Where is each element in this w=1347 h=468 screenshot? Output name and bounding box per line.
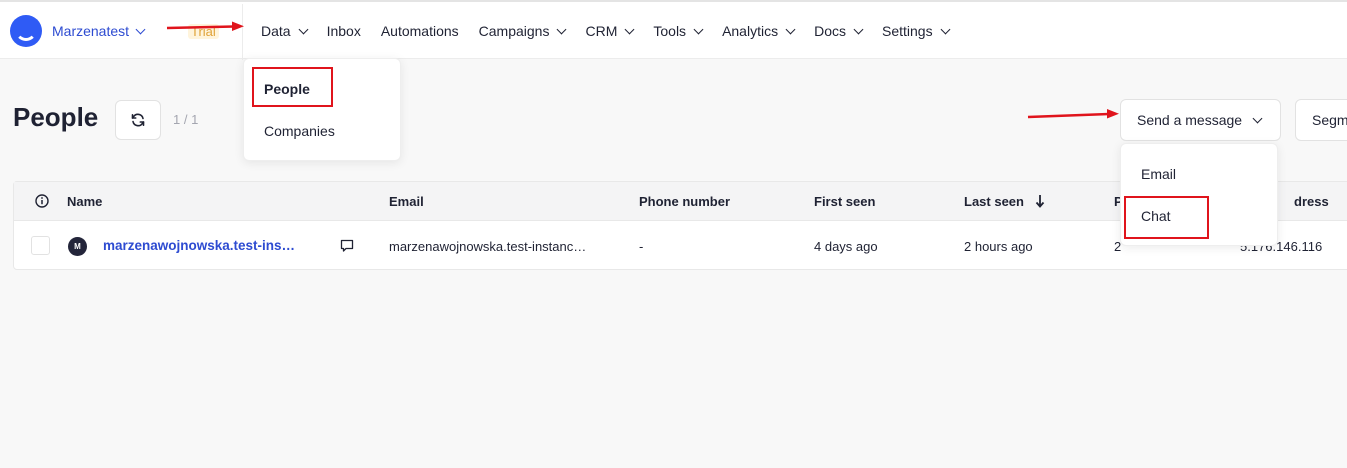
sort-down-arrow-icon <box>1035 195 1045 208</box>
segments-label: Segm <box>1312 112 1347 128</box>
nav-item-label: Analytics <box>722 23 779 39</box>
nav-item-campaigns[interactable]: Campaigns <box>478 23 567 39</box>
chevron-down-icon <box>557 24 567 34</box>
workspace-name: Marzenatest <box>52 23 130 39</box>
nav-item-label: Docs <box>814 23 846 39</box>
person-name-link[interactable]: marzenawojnowska.test-ins… <box>103 238 295 253</box>
chevron-down-icon <box>940 24 951 34</box>
nav-item-label: CRM <box>585 23 618 39</box>
chat-bubble-icon[interactable] <box>340 239 354 253</box>
cell-first-seen: 4 days ago <box>814 239 878 254</box>
highlight-people-box <box>252 67 333 107</box>
cell-email: marzenawojnowska.test-instanc… <box>389 239 587 254</box>
nav-item-label: Tools <box>653 23 687 39</box>
chevron-down-icon <box>785 24 796 34</box>
chevron-down-icon <box>853 24 864 34</box>
send-message-button[interactable]: Send a message <box>1120 99 1281 141</box>
nav-item-label: Data <box>261 23 291 39</box>
cell-phone: - <box>639 239 644 254</box>
column-header-email[interactable]: Email <box>389 194 424 209</box>
avatar: M <box>68 237 87 256</box>
refresh-icon <box>131 113 145 127</box>
refresh-button[interactable] <box>115 100 161 140</box>
menu-item-companies[interactable]: Companies <box>264 123 335 139</box>
nav-item-crm[interactable]: CRM <box>585 23 635 39</box>
column-header-name[interactable]: Name <box>67 194 102 209</box>
chevron-down-icon <box>135 24 146 34</box>
menu-item-email[interactable]: Email <box>1141 166 1176 182</box>
main-nav: Data Inbox Automations Campaigns CRM Too… <box>261 23 969 39</box>
column-header-last-seen[interactable]: Last seen <box>964 194 1024 209</box>
column-header-phone[interactable]: Phone number <box>639 194 730 209</box>
brand-logo-icon[interactable] <box>10 15 42 47</box>
page-title: People <box>13 102 99 132</box>
result-count: 1 / 1 <box>173 112 199 127</box>
column-header-address[interactable]: dress <box>1294 194 1329 209</box>
annotation-arrow-icon <box>166 21 244 31</box>
nav-item-docs[interactable]: Docs <box>814 23 864 39</box>
nav-item-label: Campaigns <box>478 23 550 39</box>
info-icon[interactable] <box>35 194 49 208</box>
nav-item-settings[interactable]: Settings <box>882 23 951 39</box>
cell-last-seen: 2 hours ago <box>964 239 1033 254</box>
send-message-label: Send a message <box>1137 112 1243 128</box>
chevron-down-icon <box>624 24 635 34</box>
nav-item-data[interactable]: Data <box>261 23 309 39</box>
chevron-down-icon <box>1252 113 1263 123</box>
row-checkbox[interactable] <box>31 236 50 255</box>
nav-item-tools[interactable]: Tools <box>653 23 704 39</box>
chevron-down-icon <box>693 24 704 34</box>
nav-item-label: Inbox <box>326 23 361 39</box>
nav-item-automations[interactable]: Automations <box>381 23 459 39</box>
highlight-chat-box <box>1124 196 1209 239</box>
nav-item-label: Automations <box>380 23 459 39</box>
nav-item-label: Settings <box>882 23 933 39</box>
column-header-first-seen[interactable]: First seen <box>814 194 875 209</box>
workspace-switcher[interactable]: Marzenatest <box>52 23 146 39</box>
chevron-down-icon <box>298 24 309 34</box>
segments-button[interactable]: Segm <box>1295 99 1347 141</box>
nav-item-analytics[interactable]: Analytics <box>722 23 796 39</box>
nav-item-inbox[interactable]: Inbox <box>327 23 361 39</box>
annotation-arrow-icon <box>1027 109 1119 119</box>
